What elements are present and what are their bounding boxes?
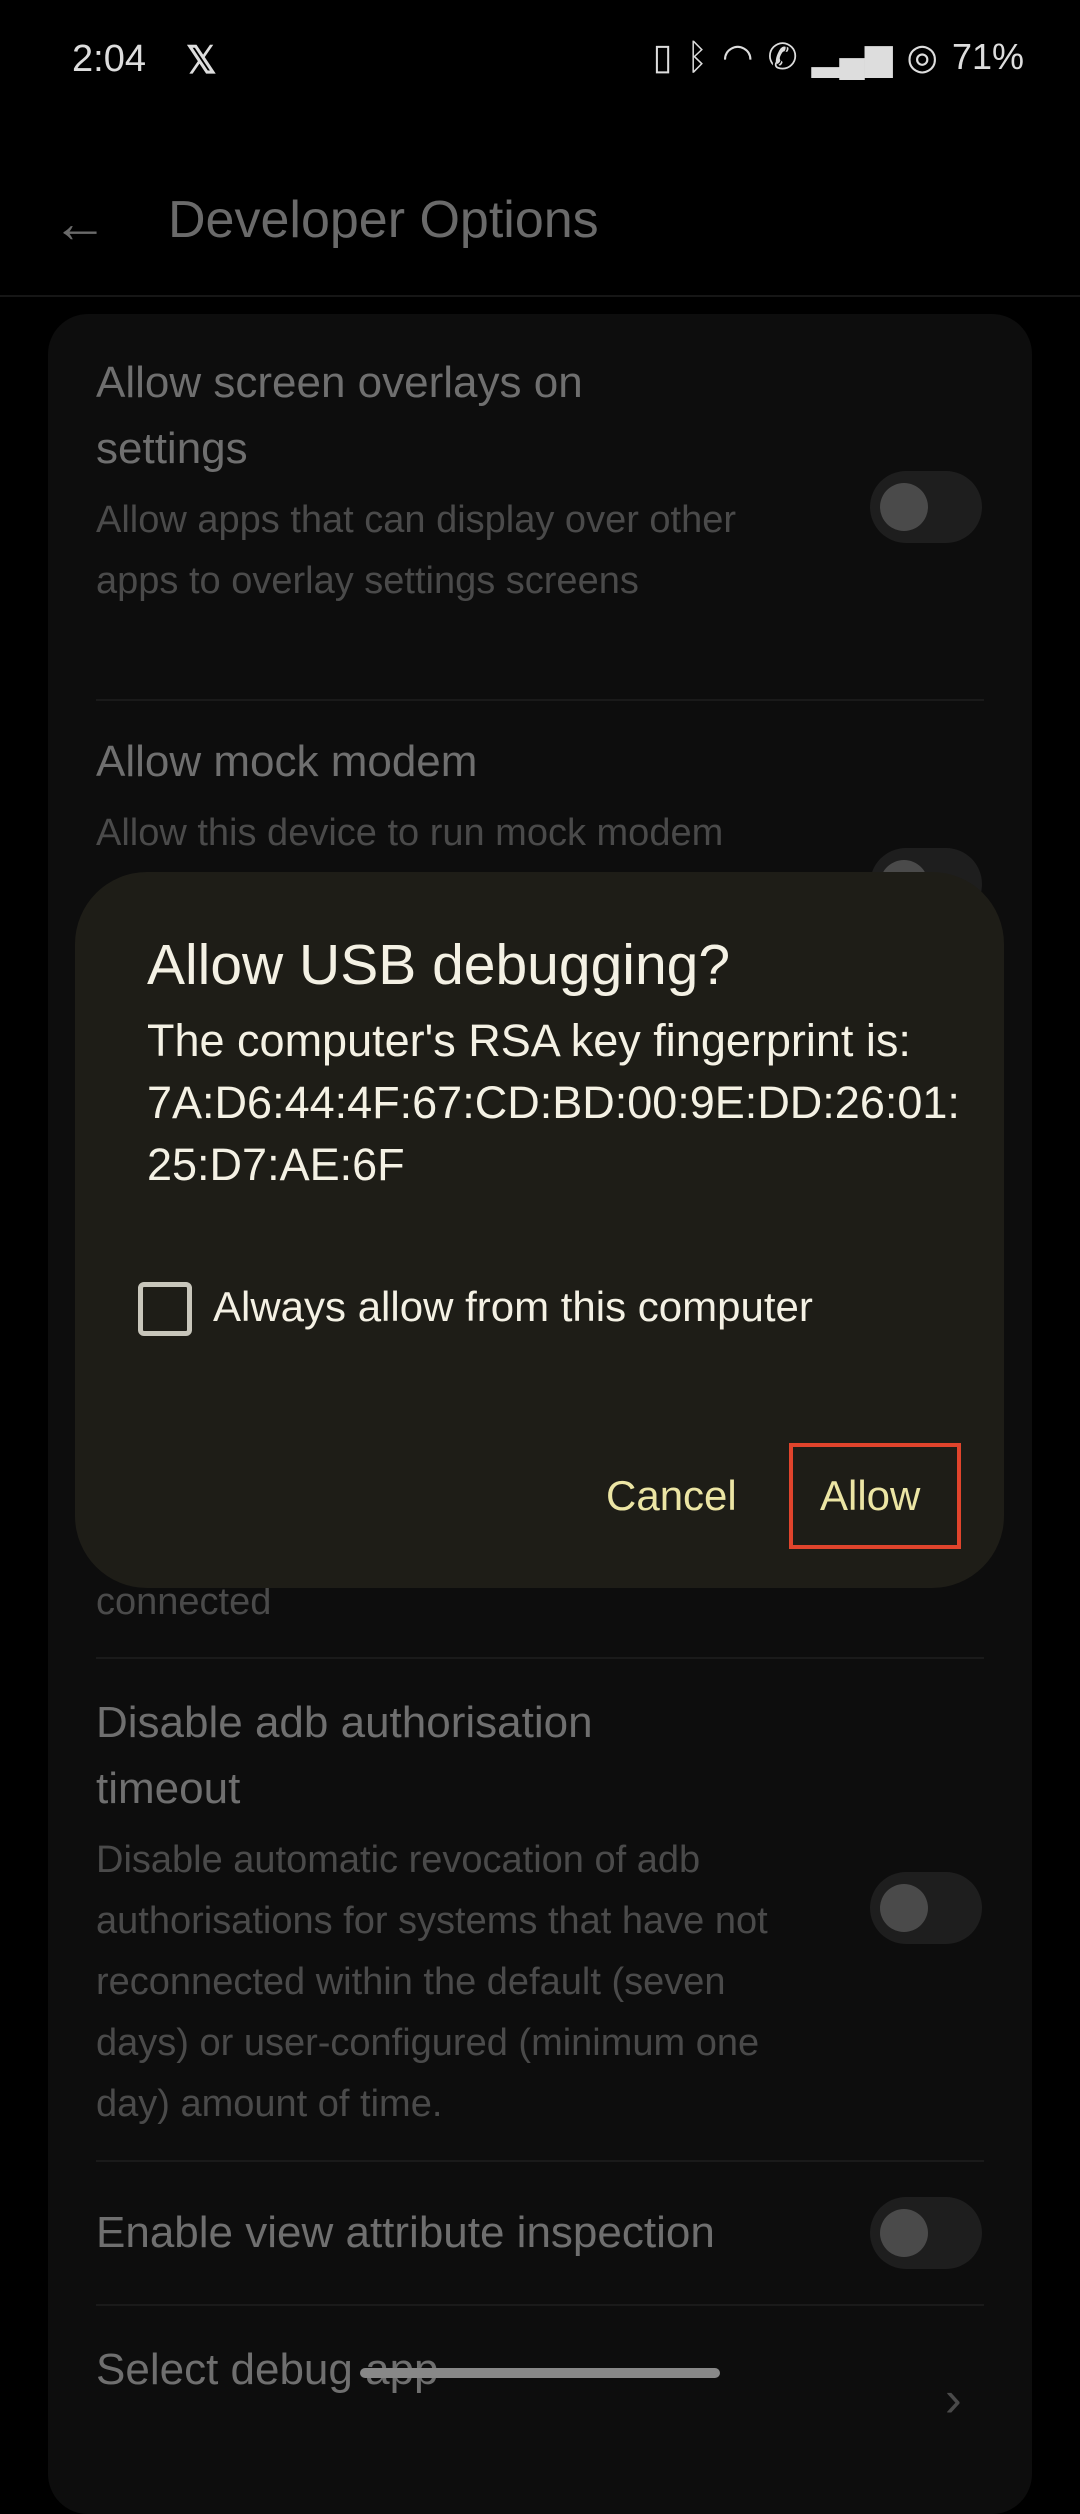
battery-icon: ◎ (906, 36, 938, 77)
cancel-button[interactable]: Cancel (606, 1472, 737, 1520)
wifi-calling-icon: ✆ (767, 36, 798, 77)
arrow-left-icon[interactable]: ← (52, 190, 108, 255)
divider (96, 2304, 984, 2306)
x-logo-icon: 𝕏 (186, 40, 217, 82)
divider (96, 2160, 984, 2162)
always-allow-checkbox[interactable] (138, 1282, 192, 1336)
setting-subtitle-mock-modem: Allow this device to run mock modem (96, 812, 724, 854)
battery-percent: 71% (951, 36, 1024, 77)
divider (96, 1657, 984, 1659)
toggle-adb-timeout[interactable] (870, 1872, 982, 1944)
navigation-handle[interactable] (360, 2368, 720, 2378)
dialog-body: The computer's RSA key fingerprint is: 7… (147, 1010, 967, 1196)
toggle-view-attribute[interactable] (870, 2197, 982, 2269)
setting-title-screen-overlays[interactable]: Allow screen overlays on settings (96, 350, 696, 482)
toggle-screen-overlays[interactable] (870, 471, 982, 543)
setting-title-view-attribute[interactable]: Enable view attribute inspection (96, 2200, 876, 2266)
chevron-right-icon: › (945, 2371, 962, 2427)
status-time: 2:04 (72, 38, 146, 80)
setting-subtitle-screen-overlays: Allow apps that can display over other a… (96, 499, 737, 602)
setting-title-mock-modem[interactable]: Allow mock modem (96, 729, 816, 795)
setting-subtitle-adb-timeout: Disable automatic revocation of adb auth… (96, 1839, 768, 2125)
dialog-title: Allow USB debugging? (147, 933, 731, 997)
header-divider (0, 295, 1080, 297)
usb-debugging-dialog: Allow USB debugging? The computer's RSA … (75, 872, 1004, 1588)
rsa-fingerprint: 7A:D6:44:4F:67:CD:BD:00:9E:DD:26:01:25:D… (147, 1077, 960, 1190)
page-title: Developer Options (168, 191, 599, 249)
bluetooth-icon: ᛒ (686, 36, 709, 77)
allow-button[interactable]: Allow (820, 1472, 920, 1520)
vibrate-icon: ▯ (652, 36, 673, 77)
always-allow-label[interactable]: Always allow from this computer (213, 1283, 813, 1331)
status-icons: ▯ ᛒ ◠ ✆ ▂▄▆ ◎ 71% (653, 36, 1024, 78)
signal-icon: ▂▄▆ (811, 36, 893, 77)
divider (96, 699, 984, 701)
setting-title-adb-timeout[interactable]: Disable adb authorisation timeout (96, 1690, 736, 1822)
dialog-message: The computer's RSA key fingerprint is: (147, 1015, 911, 1066)
wifi-icon: ◠ (722, 36, 754, 77)
